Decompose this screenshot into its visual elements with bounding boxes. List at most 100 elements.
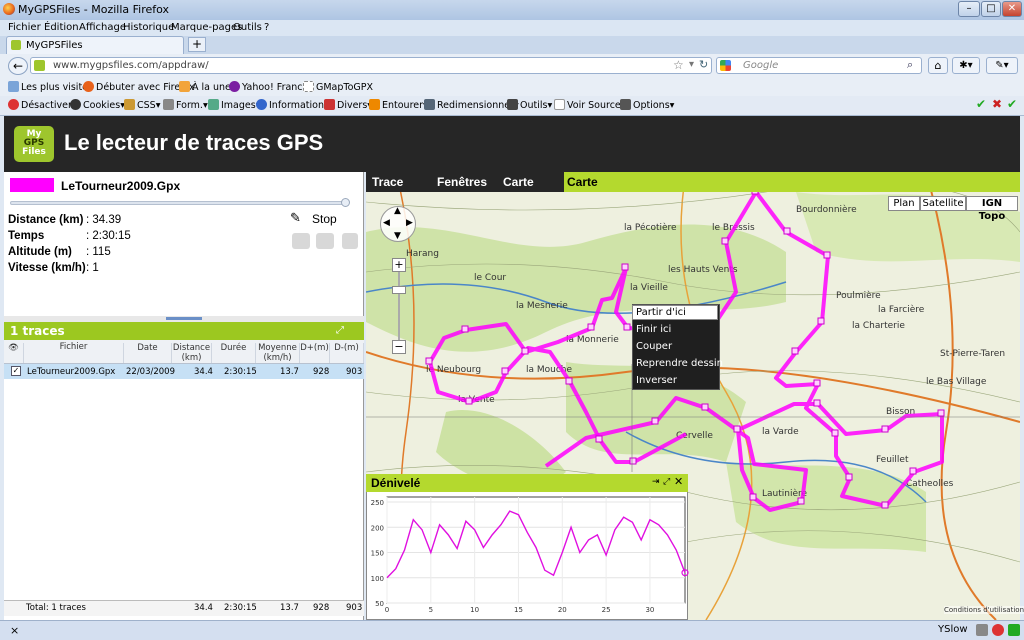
nav-carte[interactable]: Carte bbox=[503, 175, 534, 189]
search-icon[interactable]: ⌕ bbox=[907, 58, 913, 72]
bookmark-a-la-une[interactable]: À la une bbox=[179, 81, 231, 93]
tools-icon[interactable]: ✎▾ bbox=[986, 57, 1018, 74]
pin-icon[interactable]: ⇥ bbox=[652, 477, 660, 487]
menu-marque-pages[interactable]: Marque-pages bbox=[171, 22, 242, 33]
bookmark-yahoo[interactable]: Yahoo! France bbox=[229, 81, 308, 93]
maximize-icon[interactable]: ⤢ bbox=[336, 325, 344, 336]
col-dplus[interactable]: D+(m) bbox=[300, 343, 330, 363]
source-icon bbox=[554, 99, 565, 110]
validate-check-icon[interactable]: ✔ bbox=[976, 97, 986, 111]
devtool-misc[interactable]: Divers▾ bbox=[324, 99, 372, 111]
total-dminus: 903 bbox=[346, 603, 363, 613]
ok-status-icon[interactable] bbox=[1008, 624, 1020, 636]
pan-left-icon[interactable]: ◀ bbox=[383, 218, 390, 228]
menu-item-partir-ici[interactable]: Partir d'ici bbox=[636, 307, 686, 318]
url-bar[interactable]: www.mygpsfiles.com/appdraw/ ☆ ▾ ↻ bbox=[30, 57, 712, 74]
home-icon[interactable]: ⌂ bbox=[928, 57, 948, 74]
place-label: la Varde bbox=[762, 427, 799, 437]
menu-item-inverser[interactable]: Inverser bbox=[636, 375, 677, 386]
tab-mygpsfiles[interactable]: MyGPSFiles bbox=[6, 36, 184, 54]
close-window-button[interactable]: ✕ bbox=[1002, 1, 1022, 17]
search-bar[interactable]: Google ⌕ bbox=[716, 57, 922, 74]
devtool-outline[interactable]: Entourer▾ bbox=[369, 99, 428, 111]
col-distance[interactable]: Distance (km) bbox=[172, 343, 212, 363]
map-type-plan[interactable]: Plan bbox=[888, 196, 920, 211]
app-logo[interactable]: My GPS Files bbox=[14, 126, 54, 162]
undo-icon[interactable] bbox=[292, 233, 310, 249]
back-arrow-icon[interactable]: ← bbox=[8, 57, 28, 75]
devtool-cookies[interactable]: Cookies▾ bbox=[70, 99, 125, 111]
status-ok-icon[interactable]: ✔ bbox=[1007, 97, 1017, 111]
zoom-slider-track[interactable] bbox=[398, 272, 400, 340]
devtool-forms[interactable]: Form.▾ bbox=[163, 99, 208, 111]
menu-affichage[interactable]: Affichage bbox=[79, 22, 126, 33]
map-type-ign-topo[interactable]: IGN Topo bbox=[966, 196, 1018, 222]
error-status-icon[interactable] bbox=[992, 624, 1004, 636]
left-panel bbox=[4, 172, 364, 620]
close-panel-icon[interactable]: ✕ bbox=[674, 475, 683, 488]
col-date[interactable]: Date bbox=[124, 343, 172, 363]
bookmark-gmaptogpx[interactable]: GMapToGPX bbox=[303, 81, 373, 93]
trace-visible-checkbox[interactable]: ✓ bbox=[11, 366, 21, 376]
menu-historique[interactable]: Historique bbox=[123, 22, 174, 33]
info-icon bbox=[256, 99, 267, 110]
devtool-information[interactable]: Information▾ bbox=[256, 99, 329, 111]
nav-fenetres[interactable]: Fenêtres bbox=[437, 175, 487, 189]
col-dminus[interactable]: D-(m) bbox=[330, 343, 364, 363]
close-find-icon[interactable]: × bbox=[10, 624, 19, 637]
redo-icon[interactable] bbox=[316, 233, 334, 249]
divider-grip[interactable] bbox=[166, 317, 202, 320]
devtool-disable[interactable]: Désactiver▾ bbox=[8, 99, 77, 111]
menu-item-finir-ici[interactable]: Finir ici bbox=[636, 324, 671, 335]
menu-outils[interactable]: Outils bbox=[233, 22, 262, 33]
col-fichier[interactable]: Fichier bbox=[24, 343, 124, 363]
devtool-tools[interactable]: Outils▾ bbox=[507, 99, 552, 111]
map-type-satellite[interactable]: Satellite bbox=[920, 196, 966, 211]
menu-help[interactable]: ? bbox=[264, 22, 269, 33]
zoom-slider-handle[interactable] bbox=[392, 286, 406, 294]
devtool-css[interactable]: CSS▾ bbox=[124, 99, 160, 111]
maximize-button[interactable]: □ bbox=[981, 1, 1001, 17]
pan-right-icon[interactable]: ▶ bbox=[406, 218, 413, 228]
total-dplus: 928 bbox=[313, 603, 330, 613]
menu-item-reprendre-dessin[interactable]: Reprendre dessin bbox=[636, 358, 723, 369]
tab-carte-active[interactable]: Carte bbox=[564, 172, 1020, 192]
devtool-view-source[interactable]: Voir Source▾ bbox=[554, 99, 626, 111]
nav-trace[interactable]: Trace bbox=[372, 175, 403, 189]
pan-up-icon[interactable]: ▲ bbox=[394, 206, 401, 216]
bookmark-getting-started[interactable]: Débuter avec Firefox bbox=[83, 81, 195, 93]
cell-avg: 13.7 bbox=[280, 367, 299, 377]
dropdown-arrow-icon[interactable]: ▾ bbox=[689, 59, 694, 70]
save-icon[interactable] bbox=[342, 233, 358, 249]
menu-edition[interactable]: Édition bbox=[44, 22, 79, 33]
new-tab-button[interactable]: + bbox=[188, 37, 206, 52]
addon-icon[interactable] bbox=[976, 624, 988, 636]
devtool-options[interactable]: Options▾ bbox=[620, 99, 674, 111]
col-moyenne[interactable]: Moyenne (km/h) bbox=[256, 343, 300, 363]
bookmark-star-icon[interactable]: ☆ bbox=[673, 58, 684, 72]
track-color-swatch[interactable] bbox=[10, 178, 54, 192]
pan-down-icon[interactable]: ▼ bbox=[394, 231, 401, 241]
zoom-in-button[interactable]: + bbox=[392, 258, 406, 272]
yslow-label[interactable]: YSlow bbox=[938, 624, 968, 635]
expand-icon[interactable]: ⤢ bbox=[663, 477, 670, 487]
zoom-out-button[interactable]: − bbox=[392, 340, 406, 354]
site-identity-icon[interactable] bbox=[34, 60, 45, 71]
visibility-eye-icon[interactable]: 👁 bbox=[4, 343, 24, 363]
devtool-resize[interactable]: Redimensionner▾ bbox=[424, 99, 519, 111]
stop-button[interactable]: ✎ Stop bbox=[290, 210, 348, 229]
google-icon bbox=[720, 60, 731, 71]
error-icon[interactable]: ✖ bbox=[992, 97, 1002, 111]
reload-icon[interactable]: ↻ bbox=[699, 58, 708, 71]
map-pan-control[interactable]: ▲ ▼ ◀ ▶ bbox=[380, 206, 416, 242]
minimize-button[interactable]: – bbox=[958, 1, 980, 17]
menu-fichier[interactable]: Fichier bbox=[8, 22, 41, 33]
map-terms-link[interactable]: Conditions d'utilisation bbox=[944, 606, 1024, 614]
col-duree[interactable]: Durée bbox=[212, 343, 256, 363]
playback-slider[interactable] bbox=[10, 201, 348, 205]
bookmark-most-visited[interactable]: Les plus visités bbox=[8, 81, 93, 93]
playback-slider-handle[interactable] bbox=[340, 198, 350, 207]
menu-item-couper[interactable]: Couper bbox=[636, 341, 672, 352]
extension-icon[interactable]: ✱▾ bbox=[952, 57, 980, 74]
devtool-images[interactable]: Images▾ bbox=[208, 99, 260, 111]
